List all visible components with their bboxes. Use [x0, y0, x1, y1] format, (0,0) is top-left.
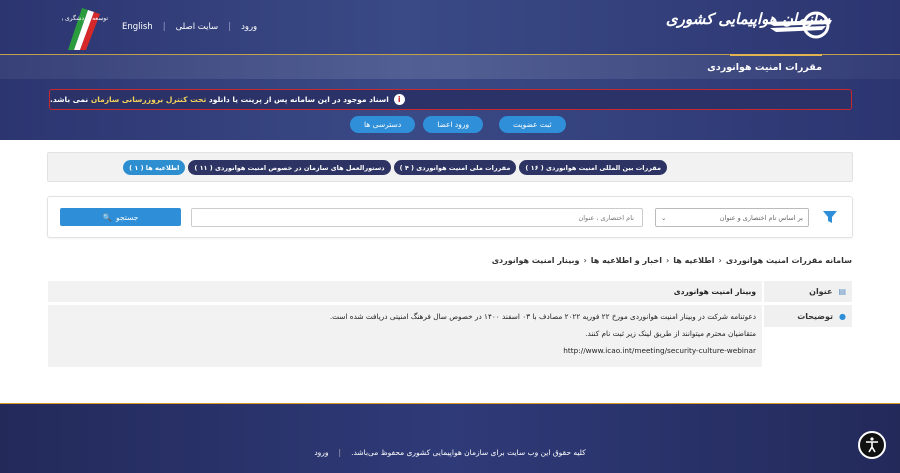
chevron-left-icon: ‹: [665, 256, 670, 265]
accessibility-button[interactable]: [858, 431, 886, 459]
main-site-link[interactable]: سایت اصلی: [176, 22, 219, 32]
description-line: دعوتنامه شرکت در وبینار امنیت هوانوردی م…: [329, 312, 756, 321]
airplane-logo-icon: [766, 11, 832, 39]
alert-highlight: تحت کنترل بروزرسانی سازمان: [90, 95, 207, 104]
title-row: ▤ عنوان وبینار امنیت هوانوردی: [48, 281, 852, 302]
breadcrumb-current: وبینار امنیت هوانوردی: [491, 256, 580, 265]
breadcrumb-announcements[interactable]: اطلاعیه ها: [673, 256, 714, 265]
search-button-label: جستجو: [116, 212, 139, 222]
top-nav: English | سایت اصلی | ورود: [122, 22, 257, 32]
tab-international-regulations[interactable]: مقررات بین المللی امنیت هوانوردی ( ۱۶ ): [519, 160, 667, 175]
description-line: متقاضیان محترم میتوانند از طریق لینک زیر…: [585, 329, 756, 338]
info-icon: i: [393, 94, 405, 105]
emblem-text: توسعه گردشگری و دانش بنیان: [62, 14, 108, 22]
title-value: وبینار امنیت هوانوردی: [48, 281, 762, 302]
breadcrumb-news[interactable]: اخبار و اطلاعیه ها: [591, 256, 662, 265]
filter-icon[interactable]: [822, 209, 838, 225]
tab-organization-instructions[interactable]: دستورالعمل های سازمان در خصوص امنیت هوان…: [188, 160, 391, 175]
site-header: سازمان هواپیمایی کشوری English | سایت اص…: [0, 0, 900, 140]
category-tabs: مقررات بین المللی امنیت هوانوردی ( ۱۶ ) …: [123, 160, 667, 175]
breadcrumb-home[interactable]: سامانه مقررات امنیت هوانوردی: [726, 256, 852, 265]
tab-national-regulations[interactable]: مقررات ملی امنیت هوانوردی ( ۴ ): [393, 160, 517, 175]
page-title: مقررات امنیت هوانوردی: [707, 62, 822, 73]
footer-login-link[interactable]: ورود: [314, 448, 328, 457]
notice-alert: i اسناد موجود در این سامانه پس از پرینت …: [49, 89, 852, 110]
webinar-link[interactable]: http://www.icao.int/meeting/security-cul…: [48, 344, 756, 357]
description-label-cell: ● توضیحات: [764, 305, 852, 327]
nav-separator: |: [228, 22, 232, 32]
footer-text: کلیه حقوق این وب سایت برای سازمان هواپیم…: [0, 448, 900, 457]
site-footer: کلیه حقوق این وب سایت برای سازمان هواپیم…: [0, 404, 900, 473]
register-button[interactable]: ثبت عضویت: [499, 116, 566, 133]
tab-announcements[interactable]: اطلاعیه ها ( ۱ ): [123, 160, 186, 175]
member-login-button[interactable]: ورود اعضا: [423, 116, 484, 133]
search-button[interactable]: 🔍 جستجو: [60, 208, 181, 226]
search-input[interactable]: [191, 208, 643, 227]
accessibility-icon: [866, 437, 878, 453]
footer-separator: |: [338, 448, 342, 457]
description-value: دعوتنامه شرکت در وبینار امنیت هوانوردی م…: [48, 305, 762, 367]
select-value: بر اساس نام اختصاری و عنوان: [719, 213, 803, 222]
search-panel: ⌄ بر اساس نام اختصاری و عنوان 🔍 جستجو: [47, 196, 853, 238]
tourism-emblem-icon: توسعه گردشگری و دانش بنیان: [62, 8, 108, 50]
english-link[interactable]: English: [122, 22, 153, 32]
auth-buttons: دسترسی ها ورود اعضا ثبت عضویت: [350, 116, 566, 133]
breadcrumb: سامانه مقررات امنیت هوانوردی ‹ اطلاعیه ه…: [492, 256, 852, 265]
access-button[interactable]: دسترسی ها: [350, 116, 416, 133]
search-type-select[interactable]: ⌄ بر اساس نام اختصاری و عنوان: [655, 208, 809, 227]
alert-text: اسناد موجود در این سامانه پس از پرینت یا…: [50, 95, 389, 104]
category-bar: مقررات بین المللی امنیت هوانوردی ( ۱۶ ) …: [47, 152, 853, 182]
chevron-left-icon: ‹: [718, 256, 722, 265]
login-link[interactable]: ورود: [241, 22, 257, 32]
title-label-cell: ▤ عنوان: [764, 281, 852, 302]
copyright-text: کلیه حقوق این وب سایت برای سازمان هواپیم…: [351, 448, 586, 457]
heading-underline: [730, 54, 822, 56]
description-row: ● توضیحات دعوتنامه شرکت در وبینار امنیت …: [48, 305, 852, 367]
alert-text-start: اسناد موجود در این سامانه پس از پرینت یا…: [208, 95, 389, 104]
nav-separator: |: [162, 22, 166, 32]
description-label: توضیحات: [797, 311, 834, 321]
search-icon: 🔍: [102, 212, 113, 222]
comment-icon: ●: [839, 311, 846, 321]
title-label: عنوان: [809, 287, 833, 296]
alert-text-end: نمی باشد.: [50, 95, 89, 104]
chevron-down-icon: ⌄: [661, 213, 667, 222]
title-icon: ▤: [838, 287, 846, 296]
chevron-left-icon: ‹: [583, 256, 587, 265]
